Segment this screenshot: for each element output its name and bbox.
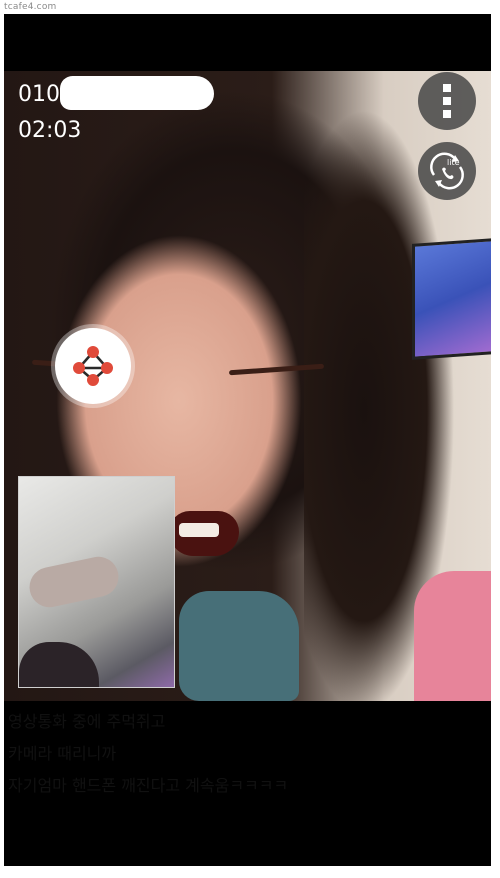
video-background-shirt [414, 571, 491, 701]
phone-screen: 010 02:03 lite [4, 14, 491, 866]
video-foreground-pillow [179, 591, 299, 701]
self-view-hand [25, 553, 123, 611]
menu-button[interactable] [418, 72, 476, 130]
caption-line-1: 영상통화 중에 주먹쥐고 [8, 712, 166, 731]
more-vertical-icon [443, 84, 451, 118]
caller-number: 010 [18, 82, 60, 107]
switch-badge-text: lite [447, 158, 460, 167]
switch-call-button[interactable]: lite [418, 142, 476, 200]
swap-call-icon: lite [430, 152, 464, 190]
site-watermark: tcafe4.com [4, 2, 57, 12]
share-button[interactable] [55, 328, 131, 404]
caption-line-3: 자기엄마 핸드폰 깨진다고 계속움ㅋㅋㅋㅋ [8, 776, 289, 795]
self-view-preview[interactable] [18, 476, 175, 688]
video-face-teeth [179, 523, 219, 537]
caption-line-2: 카메라 때리니까 [8, 744, 117, 763]
video-background-tv [412, 238, 491, 360]
number-redaction [60, 76, 214, 110]
self-view-hair [19, 642, 99, 687]
share-nodes-icon [73, 346, 113, 386]
call-timer: 02:03 [18, 118, 82, 143]
